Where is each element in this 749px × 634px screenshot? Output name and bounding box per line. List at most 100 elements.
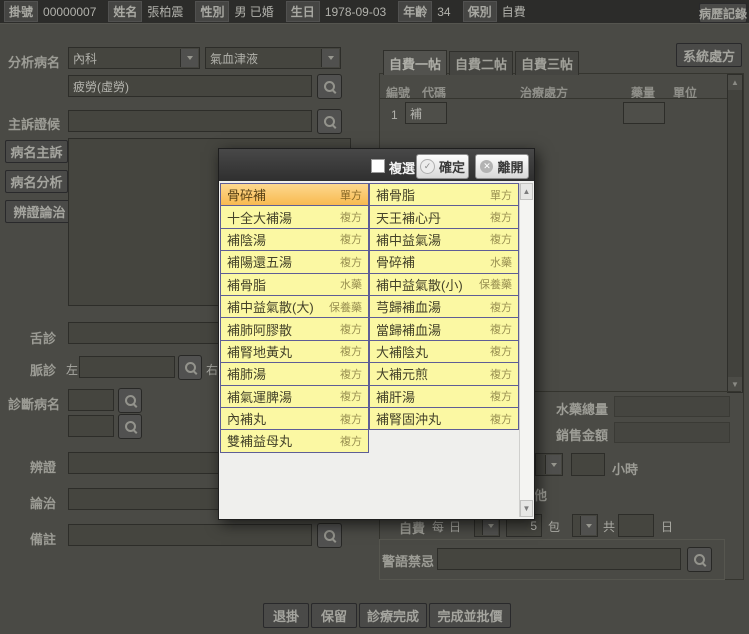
list-item[interactable]: 補陽還五湯 複方 bbox=[220, 251, 369, 273]
dose-unit-select[interactable] bbox=[572, 514, 598, 537]
list-item[interactable]: 補陰湯 複方 bbox=[220, 229, 369, 251]
list-item[interactable]: 骨碎補 水藥 bbox=[369, 251, 519, 273]
dose-total-label: 共 bbox=[603, 518, 615, 535]
pulse-left-label: 左 bbox=[66, 361, 78, 378]
warning-input[interactable] bbox=[437, 548, 681, 570]
water-total-label: 水藥總量 bbox=[556, 399, 608, 418]
list-item[interactable]: 芎歸補血湯 複方 bbox=[369, 296, 519, 318]
selfpay-dose-label: 自費 bbox=[399, 518, 425, 537]
diagnosis-code-input-2[interactable] bbox=[68, 415, 114, 437]
syndrome-label: 辨證 bbox=[30, 457, 56, 476]
tab-selfpay-3[interactable]: 自費三帖 bbox=[515, 51, 579, 75]
diagnosis-search-button-2[interactable] bbox=[118, 414, 142, 439]
pulse-label: 脈診 bbox=[30, 360, 56, 379]
disease-search-button[interactable] bbox=[317, 74, 342, 99]
note-search-button[interactable] bbox=[317, 523, 342, 548]
name-label: 姓名 bbox=[108, 1, 142, 22]
chevron-down-icon[interactable] bbox=[180, 49, 198, 67]
warning-label: 警語禁忌 bbox=[382, 551, 434, 570]
list-item[interactable]: 補氣運脾湯 複方 bbox=[220, 386, 369, 408]
department-select[interactable]: 內科 bbox=[68, 47, 200, 69]
hours-select[interactable] bbox=[535, 453, 563, 476]
reg-no-label: 掛號 bbox=[4, 1, 38, 22]
chevron-down-icon[interactable] bbox=[580, 516, 596, 535]
dose-day2-label: 日 bbox=[661, 518, 673, 535]
search-icon bbox=[125, 395, 136, 406]
list-item[interactable]: 補中益氣散(大) 保養藥 bbox=[220, 296, 369, 318]
list-item[interactable]: 當歸補血湯 複方 bbox=[369, 318, 519, 340]
check-icon: ✓ bbox=[420, 159, 435, 174]
complete-and-billing-button[interactable]: 完成並批價 bbox=[429, 603, 511, 628]
chief-complaint-label: 主訴證候 bbox=[8, 114, 60, 133]
water-total-field bbox=[614, 396, 730, 417]
birthday-value: 1978-09-03 bbox=[325, 5, 386, 19]
list-item[interactable]: 補肺湯 複方 bbox=[220, 363, 369, 385]
tab-selfpay-1[interactable]: 自費一帖 bbox=[383, 50, 447, 75]
diagnosis-label: 診斷病名 bbox=[8, 394, 60, 413]
insurance-label: 保別 bbox=[463, 1, 497, 22]
list-item[interactable]: 補肝湯 複方 bbox=[369, 386, 519, 408]
dose-every-label: 每 bbox=[432, 518, 444, 535]
list-item[interactable]: 補腎地黃丸 複方 bbox=[220, 341, 369, 363]
list-item[interactable]: 雙補益母丸 複方 bbox=[220, 430, 369, 452]
disease-name-input[interactable] bbox=[68, 75, 312, 97]
hours-input[interactable] bbox=[571, 453, 605, 476]
category-select[interactable]: 氣血津液 bbox=[205, 47, 341, 69]
list-item[interactable]: 大補元煎 複方 bbox=[369, 363, 519, 385]
patient-header-bar: 掛號 00000007 姓名 張柏震 性別 男 已婚 生日 1978-09-03… bbox=[0, 0, 749, 24]
treatment-complete-button[interactable]: 診療完成 bbox=[359, 603, 427, 628]
list-item[interactable]: 內補丸 複方 bbox=[220, 408, 369, 430]
diagnosis-search-button-1[interactable] bbox=[118, 388, 142, 413]
table-header-divider bbox=[380, 98, 727, 99]
rx-table-scrollbar[interactable]: ▲ ▼ bbox=[727, 74, 743, 393]
reg-no-value: 00000007 bbox=[43, 5, 96, 19]
age-label: 年齡 bbox=[398, 1, 432, 22]
list-item[interactable]: 補中益氣散(小) 保養藥 bbox=[369, 274, 519, 296]
scroll-up-icon[interactable]: ▲ bbox=[728, 75, 742, 90]
scroll-down-icon[interactable]: ▼ bbox=[520, 500, 533, 517]
hold-button[interactable]: 保留 bbox=[311, 603, 357, 628]
dialog-header: 複選 ✓ 確定 ✕ 離開 bbox=[219, 149, 534, 181]
list-item[interactable]: 天王補心丹 複方 bbox=[369, 206, 519, 228]
confirm-button[interactable]: ✓ 確定 bbox=[416, 154, 469, 179]
hours-label: 小時 bbox=[612, 459, 638, 478]
gender-value: 男 已婚 bbox=[234, 3, 273, 20]
diagnosis-code-input-1[interactable] bbox=[68, 389, 114, 411]
list-item[interactable]: 十全大補湯 複方 bbox=[220, 206, 369, 228]
close-button[interactable]: ✕ 離開 bbox=[475, 154, 529, 179]
list-item[interactable]: 大補陰丸 複方 bbox=[369, 341, 519, 363]
chevron-down-icon[interactable] bbox=[321, 49, 339, 67]
list-item[interactable]: 補骨脂 單方 bbox=[369, 183, 519, 206]
dose-days-input[interactable] bbox=[618, 514, 654, 537]
disease-complaint-button[interactable]: 病名主訴 bbox=[5, 140, 68, 163]
chief-complaint-input[interactable] bbox=[68, 110, 312, 132]
tab-selfpay-2[interactable]: 自費二帖 bbox=[449, 51, 513, 75]
scroll-up-icon[interactable]: ▲ bbox=[520, 183, 533, 200]
syndrome-treatment-button[interactable]: 辨證論治 bbox=[5, 200, 74, 223]
chief-complaint-search-button[interactable] bbox=[317, 109, 342, 134]
age-value: 34 bbox=[437, 5, 450, 19]
cancel-registration-button[interactable]: 退掛 bbox=[263, 603, 309, 628]
list-item[interactable]: 補中益氣湯 複方 bbox=[369, 229, 519, 251]
dialog-scrollbar[interactable]: ▲ ▼ bbox=[519, 183, 533, 517]
multiselect-label: 複選 bbox=[389, 158, 415, 177]
rx-amount-input[interactable] bbox=[623, 102, 665, 124]
rx-code-input[interactable] bbox=[405, 102, 447, 124]
list-item[interactable]: 補肺阿膠散 複方 bbox=[220, 318, 369, 340]
medical-history-button[interactable]: 病歷記錄 bbox=[699, 3, 747, 23]
disease-analysis-button[interactable]: 病名分析 bbox=[5, 170, 68, 193]
list-item[interactable]: 補腎固沖丸 複方 bbox=[369, 408, 519, 430]
tongue-label: 舌診 bbox=[30, 328, 56, 347]
pulse-left-input[interactable] bbox=[79, 356, 175, 378]
system-prescription-button[interactable]: 系統處方 bbox=[676, 43, 742, 67]
list-item[interactable]: 補骨脂 水藥 bbox=[220, 274, 369, 296]
chevron-down-icon[interactable] bbox=[545, 455, 561, 474]
note-input[interactable] bbox=[68, 524, 312, 546]
multiselect-checkbox[interactable] bbox=[371, 159, 385, 173]
list-item[interactable]: 骨碎補 單方 bbox=[220, 183, 369, 206]
pulse-left-search-button[interactable] bbox=[178, 355, 202, 380]
warning-search-button[interactable] bbox=[687, 547, 712, 572]
scroll-down-icon[interactable]: ▼ bbox=[728, 377, 742, 392]
search-icon bbox=[125, 421, 136, 432]
name-value: 張柏震 bbox=[147, 3, 183, 20]
